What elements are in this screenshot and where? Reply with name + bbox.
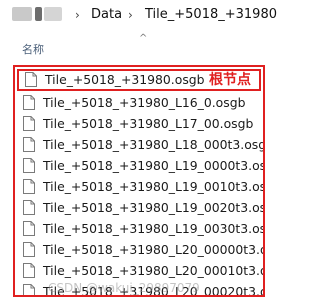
redacted-path-segment xyxy=(12,7,32,21)
file-row-root[interactable]: Tile_+5018_+31980.osgb 根节点 xyxy=(17,69,261,91)
file-name: Tile_+5018_+31980_L20_00000t3.osgb xyxy=(43,242,263,257)
file-name: Tile_+5018_+31980_L16_0.osgb xyxy=(43,95,246,110)
breadcrumb-item-tile-folder[interactable]: Tile_+5018_+31980 xyxy=(145,6,277,24)
chevron-right-icon[interactable]: › xyxy=(128,7,133,23)
document-icon xyxy=(23,95,35,110)
file-name: Tile_+5018_+31980_L19_0000t3.osgb xyxy=(43,158,265,173)
column-header[interactable]: ^ 名称 xyxy=(0,33,273,59)
file-row[interactable]: Tile_+5018_+31980_L20_00010t3.osgb xyxy=(15,260,263,282)
file-row[interactable]: Tile_+5018_+31980_L17_00.osgb xyxy=(15,113,263,135)
file-name: Tile_+5018_+31980_L19_0020t3.osgb xyxy=(43,200,265,215)
breadcrumb-item-data[interactable]: Data xyxy=(91,6,122,24)
document-icon xyxy=(23,221,35,236)
document-icon xyxy=(23,158,35,173)
file-row[interactable]: Tile_+5018_+31980_L18_000t3.osgb xyxy=(15,134,263,156)
file-name: Tile_+5018_+31980_L20_00010t3.osgb xyxy=(43,263,263,278)
document-icon xyxy=(23,179,35,194)
file-row[interactable]: Tile_+5018_+31980_L19_0020t3.osgb xyxy=(15,197,263,219)
document-icon xyxy=(23,137,35,152)
file-row[interactable]: Tile_+5018_+31980_L19_0010t3.osgb xyxy=(15,176,263,198)
file-list: Tile_+5018_+31980.osgb 根节点 Tile_+5018_+3… xyxy=(13,65,265,297)
column-header-name[interactable]: 名称 xyxy=(22,43,44,57)
document-icon xyxy=(23,242,35,257)
document-icon xyxy=(23,284,35,295)
file-name: Tile_+5018_+31980_L18_000t3.osgb xyxy=(43,137,265,152)
watermark: CSDN @wakui_29897079 xyxy=(48,281,200,295)
file-row[interactable]: Tile_+5018_+31980_L16_0.osgb xyxy=(15,92,263,114)
file-row[interactable]: Tile_+5018_+31980_L20_00000t3.osgb xyxy=(15,239,263,261)
document-icon xyxy=(23,116,35,131)
file-row[interactable]: Tile_+5018_+31980_L19_0030t3.osgb xyxy=(15,218,263,240)
file-name: Tile_+5018_+31980_L17_00.osgb xyxy=(43,116,254,131)
document-icon xyxy=(25,72,37,87)
file-name: Tile_+5018_+31980_L19_0030t3.osgb xyxy=(43,221,265,236)
redacted-path-segment xyxy=(44,7,62,21)
file-row[interactable]: Tile_+5018_+31980_L19_0000t3.osgb xyxy=(15,155,263,177)
root-node-annotation: 根节点 xyxy=(209,72,251,88)
file-name: Tile_+5018_+31980.osgb xyxy=(45,72,205,87)
file-name: Tile_+5018_+31980_L19_0010t3.osgb xyxy=(43,179,265,194)
address-bar[interactable]: › Data › Tile_+5018_+31980 xyxy=(0,0,277,30)
document-icon xyxy=(23,263,35,278)
redacted-path-segment xyxy=(35,7,42,21)
document-icon xyxy=(23,200,35,215)
sort-ascending-icon: ^ xyxy=(139,33,148,44)
chevron-right-icon[interactable]: › xyxy=(75,7,80,23)
